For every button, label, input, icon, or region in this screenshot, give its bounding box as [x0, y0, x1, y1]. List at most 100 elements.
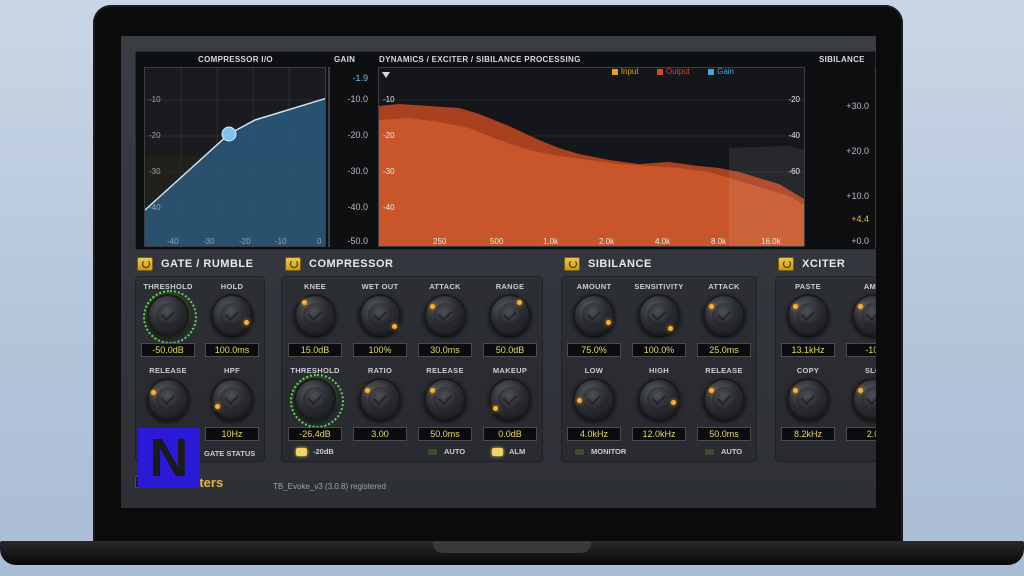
spectrum-y-right-label: -40 [788, 131, 800, 140]
led-indicator [427, 447, 438, 456]
xciter-slope-knob[interactable] [852, 378, 876, 420]
analysis-display: COMPRESSOR I/O GAIN DYNAMICS / EXCITER /… [135, 51, 876, 250]
xciter-amount-knob[interactable] [852, 294, 876, 336]
value-display[interactable]: 100% [353, 343, 407, 357]
gate-threshold-control: THRESHOLD -50.0dB [137, 282, 199, 362]
gain-title: GAIN [334, 55, 356, 64]
knob-label: HOLD [220, 282, 244, 291]
sib-amount-knob[interactable] [573, 294, 615, 336]
sib-scale-label: +20.0 [846, 146, 869, 156]
value-display[interactable]: -26.4dB [288, 427, 342, 441]
legend-input: Input [604, 68, 639, 76]
value-display[interactable]: 75.0% [567, 343, 621, 357]
comp-20db-toggle[interactable]: -20dB [296, 447, 334, 456]
spectrum-y-right-label: -60 [788, 167, 800, 176]
gate-power-button[interactable] [137, 257, 153, 271]
led-indicator [492, 447, 503, 456]
xciter-copy-knob[interactable] [787, 378, 829, 420]
value-display[interactable]: 4.0kHz [567, 427, 621, 441]
sib-release-knob[interactable] [703, 378, 745, 420]
sibilance-section-title: SIBILANCE [588, 258, 652, 270]
io-y-label: -40 [149, 203, 161, 212]
knob-label: PASTE [795, 282, 821, 291]
sib-release-control: RELEASE 50.0ms [693, 366, 755, 446]
sib-high-knob[interactable] [638, 378, 680, 420]
compressor-power-button[interactable] [285, 257, 301, 271]
comp-ratio-knob[interactable] [359, 378, 401, 420]
value-display[interactable]: 12.0kHz [632, 427, 686, 441]
gate-status-label: GATE STATUS [204, 449, 256, 458]
value-display[interactable]: 25.0ms [697, 343, 751, 357]
sib-auto-toggle[interactable]: AUTO [704, 447, 742, 456]
comp-makeup-control: MAKEUP 0.0dB [479, 366, 541, 446]
value-display[interactable]: 50.0dB [483, 343, 537, 357]
knob-label: RELEASE [426, 366, 464, 375]
xciter-paste-knob[interactable] [787, 294, 829, 336]
comp-release-knob[interactable] [424, 378, 466, 420]
value-display[interactable]: 50.0ms [418, 427, 472, 441]
gate-status-indicator: GATE STATUS [204, 449, 255, 458]
sib-sensitivity-knob[interactable] [638, 294, 680, 336]
value-display[interactable]: 100.0ms [205, 343, 259, 357]
comp-wetout-control: WET OUT 100% [349, 282, 411, 362]
freq-label: 500 [490, 237, 504, 246]
led-indicator [296, 447, 307, 456]
comp-alm-toggle[interactable]: ALM [492, 447, 525, 456]
comp-attack-knob[interactable] [424, 294, 466, 336]
io-x-label: -30 [203, 237, 215, 246]
value-display[interactable]: 0.0dB [483, 427, 537, 441]
comp-range-knob[interactable] [489, 294, 531, 336]
value-display[interactable]: 8.2kHz [781, 427, 835, 441]
value-display[interactable]: 3.00 [353, 427, 407, 441]
value-display[interactable]: 15.0dB [288, 343, 342, 357]
xciter-power-button[interactable] [778, 257, 794, 271]
freq-label: 250 [433, 237, 447, 246]
sibilance-power-button[interactable] [564, 257, 580, 271]
sib-amount-control: AMOUNT 75.0% [563, 282, 625, 362]
sib-monitor-toggle[interactable]: MONITOR [574, 447, 626, 456]
sib-scale-label: +10.0 [846, 191, 869, 201]
sib-low-knob[interactable] [573, 378, 615, 420]
comp-threshold-knob[interactable] [290, 374, 344, 428]
spectrum-analyzer: Input Output Gain -10 -20 -30 -40 -20 -4… [378, 67, 805, 247]
comp-makeup-knob[interactable] [489, 378, 531, 420]
toggle-label: ALM [509, 447, 526, 456]
sibilance-meter: +30.0 +20.0 +10.0 +4.4 +0.0 [809, 67, 876, 247]
value-display[interactable]: 13.1kHz [781, 343, 835, 357]
sib-attack-knob[interactable] [703, 294, 745, 336]
value-display[interactable]: 30.0ms [418, 343, 472, 357]
comp-auto-toggle[interactable]: AUTO [427, 447, 465, 456]
gate-hold-knob[interactable] [211, 294, 253, 336]
knob-label: RELEASE [705, 366, 743, 375]
value-display[interactable]: 10Hz [205, 427, 259, 441]
comp-ratio-control: RATIO 3.00 [349, 366, 411, 446]
xciter-title: XCITER [802, 258, 846, 270]
io-x-label: -40 [167, 237, 179, 246]
gate-section-header: GATE / RUMBLE [137, 256, 253, 272]
spectrum-y-label: -30 [383, 167, 395, 176]
value-display[interactable]: -10. [846, 343, 876, 357]
gate-threshold-knob[interactable] [143, 290, 197, 344]
knob-label: AMO [863, 282, 876, 291]
knob-label: SLO [864, 366, 876, 375]
knob-label: HPF [224, 366, 240, 375]
comp-wetout-knob[interactable] [359, 294, 401, 336]
value-display[interactable]: 100.0% [632, 343, 686, 357]
gain-scale-label: -30.0 [347, 166, 368, 176]
xciter-paste-control: PASTE 13.1kHz [777, 282, 839, 362]
knob-label: SENSITIVITY [634, 282, 684, 291]
io-y-label: -30 [149, 167, 161, 176]
value-display[interactable]: 50.0ms [697, 427, 751, 441]
knob-label: ATTACK [429, 282, 461, 291]
gate-hpf-knob[interactable] [211, 378, 253, 420]
freq-label: 4.0k [655, 237, 671, 246]
value-display[interactable]: 2.0 [846, 427, 876, 441]
compressor-io-graph[interactable]: -10 -20 -30 -40 -40 -30 -20 -10 0 [144, 67, 326, 247]
comp-release-control: RELEASE 50.0ms [414, 366, 476, 446]
comp-knee-knob[interactable] [294, 294, 336, 336]
value-display[interactable]: -50.0dB [141, 343, 195, 357]
freq-label: 2.0k [599, 237, 615, 246]
compressor-section-header: COMPRESSOR [285, 256, 393, 272]
version-label: TB_Evoke_v3 (3.0.8) registered [273, 482, 386, 491]
gate-release-knob[interactable] [147, 378, 189, 420]
